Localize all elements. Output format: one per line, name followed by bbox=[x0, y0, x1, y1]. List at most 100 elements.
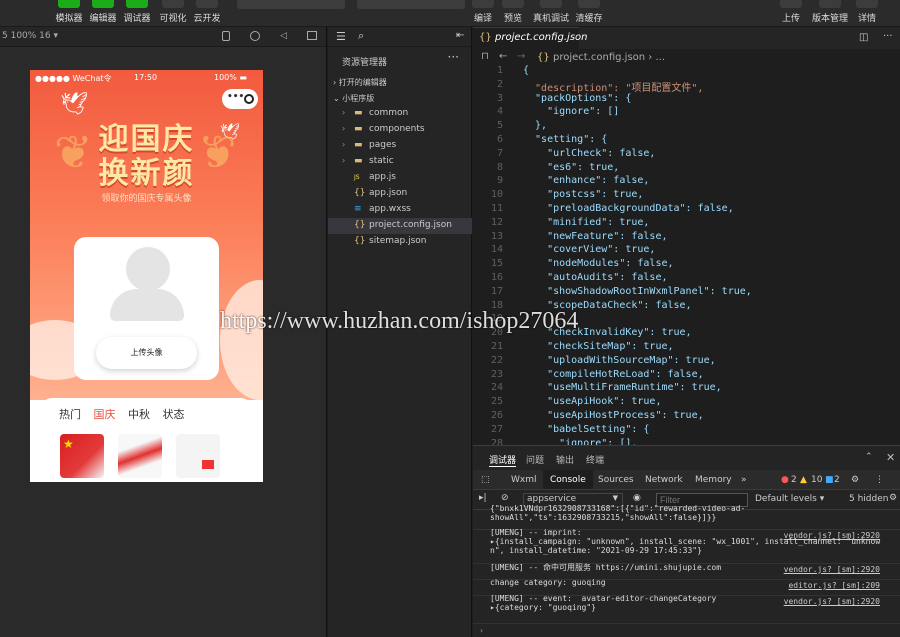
frame-thumbnail[interactable] bbox=[176, 434, 220, 478]
levels-select[interactable]: Default levels ▾ bbox=[755, 494, 824, 504]
tab-wxml[interactable]: Wxml bbox=[511, 475, 537, 485]
tab-console[interactable]: Console bbox=[543, 470, 593, 489]
file-tree-item[interactable]: ≡ app.wxss bbox=[328, 202, 472, 218]
breadcrumb-path[interactable]: project.config.json › ... bbox=[553, 52, 665, 63]
tab-memory[interactable]: Memory bbox=[695, 475, 732, 485]
device-select[interactable]: 5 100% 16 ▾ bbox=[2, 31, 58, 41]
chevron-right-icon[interactable]: › bbox=[342, 108, 345, 117]
code-line[interactable]: "useMultiFrameRuntime": true, bbox=[523, 382, 722, 393]
file-tree-item[interactable]: {} app.json bbox=[328, 186, 472, 202]
code-line[interactable]: "autoAudits": false, bbox=[523, 272, 667, 283]
open-editors-section[interactable]: › 打开的编辑器 bbox=[333, 77, 387, 88]
chevron-right-icon[interactable]: › bbox=[342, 140, 345, 149]
eye-icon[interactable]: ◉ bbox=[633, 493, 641, 503]
tab-problems[interactable]: 问题 bbox=[526, 453, 544, 466]
project-section[interactable]: ⌄ 小程序版 bbox=[333, 93, 374, 104]
back-icon[interactable]: ◁ bbox=[280, 31, 287, 41]
close-ring-icon[interactable] bbox=[244, 94, 254, 104]
code-line[interactable]: "postcss": true, bbox=[523, 189, 643, 200]
tab-status[interactable]: 状态 bbox=[163, 408, 185, 421]
remote-debug-button[interactable]: 真机调试 bbox=[530, 0, 572, 27]
code-line[interactable]: "ignore": [] bbox=[523, 106, 619, 117]
console-message[interactable]: [UMENG] -- event: avatar-editor-changeCa… bbox=[473, 594, 900, 624]
tab-zhongqiu[interactable]: 中秋 bbox=[128, 408, 150, 421]
frame-thumbnail[interactable] bbox=[118, 434, 162, 478]
close-icon[interactable]: ✕ bbox=[886, 451, 895, 464]
code-line[interactable]: "nodeModules": false, bbox=[523, 258, 673, 269]
code-line[interactable]: "compileHotReLoad": false, bbox=[523, 369, 704, 380]
code-line[interactable]: "urlCheck": false, bbox=[523, 148, 655, 159]
file-tree-item[interactable]: {} sitemap.json bbox=[328, 234, 472, 250]
sidebar-toggle-icon[interactable]: ▸| bbox=[479, 493, 487, 503]
details-button[interactable]: 详情 bbox=[852, 0, 882, 27]
code-line[interactable]: "coverView": true, bbox=[523, 244, 655, 255]
inspect-icon[interactable]: ⬚ bbox=[481, 475, 490, 485]
upload-button[interactable]: 上传 bbox=[776, 0, 806, 27]
more-icon[interactable]: ··· bbox=[883, 31, 893, 42]
frame-thumbnail[interactable]: ★ bbox=[60, 434, 104, 478]
code-line[interactable]: "useApiHook": true, bbox=[523, 396, 661, 407]
source-link[interactable]: vendor.js? [sm]:2920 bbox=[784, 531, 880, 540]
tab-debugger[interactable]: 调试器 bbox=[489, 453, 517, 467]
code-line[interactable]: "setting": { bbox=[523, 134, 607, 145]
clear-cache-button[interactable]: 清缓存 bbox=[572, 0, 606, 27]
code-line[interactable]: "enhance": false, bbox=[523, 175, 649, 186]
preview-button[interactable]: 预览 bbox=[498, 0, 528, 27]
collapse-icon[interactable]: ⇤ bbox=[456, 30, 464, 41]
tab-hot[interactable]: 热门 bbox=[59, 408, 81, 421]
version-button[interactable]: 版本管理 bbox=[808, 0, 852, 27]
tab-terminal[interactable]: 终端 bbox=[586, 453, 604, 466]
chevron-up-icon[interactable]: ⌃ bbox=[865, 452, 873, 462]
source-link[interactable]: vendor.js? [sm]:2920 bbox=[784, 597, 880, 606]
code-line[interactable]: "newFeature": false, bbox=[523, 231, 667, 242]
code-line[interactable]: { bbox=[523, 65, 529, 76]
search-icon[interactable]: ⌕ bbox=[358, 29, 364, 43]
split-icon[interactable]: ◫ bbox=[859, 32, 868, 43]
code-line[interactable]: "preloadBackgroundData": false, bbox=[523, 203, 734, 214]
more-tabs-icon[interactable]: » bbox=[741, 475, 747, 485]
window-icon[interactable] bbox=[307, 31, 317, 40]
console-message[interactable]: {"bnxk1VNdpr1632908733168":[{"id":"rewar… bbox=[473, 504, 900, 530]
info-count[interactable]: 2 bbox=[834, 475, 840, 485]
compile-select[interactable] bbox=[357, 0, 465, 9]
editor-tab[interactable]: {} project.config.json bbox=[473, 27, 588, 49]
list-icon[interactable]: ☰ bbox=[336, 30, 346, 43]
chevron-right-icon[interactable]: › bbox=[342, 156, 345, 165]
code-line[interactable]: "description": "项目配置文件", bbox=[523, 79, 703, 94]
visual-button[interactable]: 可视化 bbox=[156, 0, 190, 27]
chevron-right-icon[interactable]: › bbox=[342, 124, 345, 133]
file-tree-item[interactable]: › ▬ static bbox=[328, 154, 472, 170]
back-arrow-icon[interactable]: ← bbox=[499, 51, 507, 62]
code-line[interactable]: }, bbox=[523, 120, 547, 131]
code-line[interactable]: "useApiHostProcess": true, bbox=[523, 410, 704, 421]
upload-avatar-button[interactable]: 上传头像 bbox=[96, 337, 197, 369]
error-count[interactable]: 2 bbox=[791, 475, 797, 485]
console-output[interactable]: {"bnxk1VNdpr1632908733168":[{"id":"rewar… bbox=[473, 504, 900, 637]
console-prompt[interactable]: › bbox=[479, 626, 484, 635]
code-line[interactable]: "es6": true, bbox=[523, 162, 619, 173]
file-tree-item[interactable]: JS app.js bbox=[328, 170, 472, 186]
kebab-icon[interactable]: ⋮ bbox=[875, 475, 884, 485]
code-area[interactable]: 1 {2 "description": "项目配置文件", 3 "packOptio… bbox=[473, 65, 900, 449]
clear-console-icon[interactable]: ⊘ bbox=[501, 493, 509, 503]
editor-toggle-button[interactable]: 编辑器 bbox=[86, 0, 120, 27]
file-tree-item[interactable]: › ▬ common bbox=[328, 106, 472, 122]
more-dots-icon[interactable]: ••• bbox=[227, 92, 244, 102]
code-line[interactable]: "babelSetting": { bbox=[523, 424, 649, 435]
tab-guoqing[interactable]: 国庆 bbox=[94, 408, 116, 421]
bookmark-icon[interactable]: ⊓ bbox=[481, 51, 489, 62]
mode-select[interactable] bbox=[237, 0, 345, 9]
tab-sources[interactable]: Sources bbox=[598, 475, 634, 485]
simulator-toggle-button[interactable]: 模拟器 bbox=[52, 0, 86, 27]
code-line[interactable]: "checkSiteMap": true, bbox=[523, 341, 673, 352]
compile-button[interactable]: 编译 bbox=[468, 0, 498, 27]
code-line[interactable]: "minified": true, bbox=[523, 217, 649, 228]
source-link[interactable]: editor.js? [sm]:209 bbox=[788, 581, 880, 590]
code-line[interactable]: "uploadWithSourceMap": true, bbox=[523, 355, 716, 366]
file-tree-item[interactable]: › ▬ pages bbox=[328, 138, 472, 154]
tab-network[interactable]: Network bbox=[645, 475, 683, 485]
more-icon[interactable]: ··· bbox=[448, 50, 459, 64]
gear-icon[interactable]: ⚙ bbox=[851, 475, 859, 485]
tab-output[interactable]: 输出 bbox=[556, 453, 574, 466]
home-icon[interactable] bbox=[250, 31, 260, 41]
